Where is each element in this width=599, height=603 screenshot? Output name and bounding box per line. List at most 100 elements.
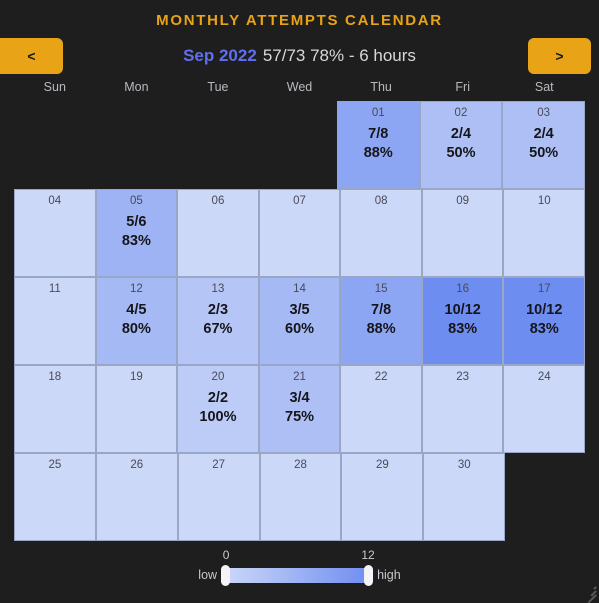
weekday-label-wed: Wed [286, 80, 313, 94]
calendar-day-cell[interactable]: 06 [177, 189, 259, 277]
day-number: 02 [454, 107, 468, 119]
day-number: 17 [537, 283, 551, 295]
day-number: 28 [294, 459, 307, 471]
legend-slider[interactable] [221, 565, 374, 586]
day-number: 08 [374, 195, 388, 207]
day-stats: 4/5 80% [97, 301, 177, 339]
day-stats: 2/2 100% [178, 389, 258, 427]
day-ratio: 10/12 [526, 302, 563, 318]
calendar-day-cell[interactable]: 01 7/8 88% [336, 101, 420, 189]
calendar-day-cell[interactable]: 24 [503, 365, 586, 453]
calendar-heading: Sep 2022 57/73 78% - 6 hours [0, 38, 599, 74]
day-number: 29 [375, 459, 389, 471]
calendar-day-cell[interactable]: 15 7/8 88% [340, 277, 422, 365]
day-number: 21 [293, 371, 306, 383]
calendar-week-row: 04 05 5/6 83% 06 07 08 09 10 [14, 189, 586, 277]
day-ratio: 3/5 [289, 302, 310, 318]
day-stats: 7/8 88% [341, 301, 421, 339]
day-number: 09 [456, 195, 470, 207]
day-number: 11 [48, 283, 61, 295]
current-month-label: Sep 2022 [183, 46, 257, 65]
calendar-day-cell[interactable]: 20 2/2 100% [177, 365, 259, 453]
day-number: 04 [48, 195, 62, 207]
calendar-day-cell[interactable]: 29 [341, 453, 424, 541]
calendar-cell-empty [95, 101, 176, 189]
calendar-day-cell[interactable]: 19 [95, 365, 178, 453]
day-number: 07 [293, 195, 306, 207]
calendar-day-cell[interactable]: 17 10/12 83% [503, 277, 586, 365]
calendar-cell-empty [505, 453, 585, 541]
day-percent: 88% [366, 321, 396, 337]
day-ratio: 7/8 [368, 126, 389, 142]
day-number: 10 [537, 195, 551, 207]
day-percent: 80% [121, 321, 151, 337]
calendar-day-cell[interactable]: 03 2/4 50% [502, 101, 586, 189]
day-ratio: 2/4 [450, 126, 472, 142]
legend-min-tick: 0 [222, 548, 230, 562]
day-percent: 83% [529, 321, 559, 337]
day-number: 25 [48, 459, 62, 471]
legend-gradient-bar [223, 568, 372, 583]
calendar-grid: 01 7/8 88% 02 2/4 50% 03 2/4 50% 04 05 5/6 83% 06 07 08… [14, 101, 586, 541]
legend-max-tick: 12 [361, 548, 375, 562]
calendar-day-cell[interactable]: 10 [503, 189, 586, 277]
day-stats: 7/8 88% [338, 125, 419, 163]
day-number: 20 [211, 371, 225, 383]
weekday-label-tue: Tue [207, 80, 229, 94]
day-number: 12 [129, 283, 143, 295]
calendar-navbar: < Sep 2022 57/73 78% - 6 hours > [0, 38, 599, 74]
month-summary-label: 57/73 78% - 6 hours [262, 46, 416, 65]
next-month-button[interactable]: > [528, 38, 591, 74]
day-ratio: 5/6 [126, 214, 147, 230]
weekday-header: Sun Mon Tue Wed Thu Fri Sat [14, 78, 585, 96]
day-stats: 3/5 60% [260, 301, 340, 339]
calendar-day-cell[interactable]: 08 [340, 189, 422, 277]
day-percent: 100% [199, 409, 237, 425]
day-percent: 75% [285, 409, 315, 425]
calendar-day-cell[interactable]: 30 [423, 453, 506, 541]
calendar-day-cell[interactable]: 27 [177, 453, 260, 541]
day-number: 06 [211, 195, 225, 207]
page-title: MONTHLY ATTEMPTS CALENDAR [156, 12, 443, 29]
legend-max-handle[interactable] [364, 565, 374, 586]
calendar-day-cell[interactable]: 16 10/12 83% [421, 277, 504, 365]
day-percent: 83% [448, 321, 478, 337]
day-stats: 2/4 50% [503, 125, 584, 163]
day-number: 23 [456, 371, 470, 383]
calendar-day-cell[interactable]: 21 3/4 75% [258, 365, 341, 453]
day-number: 01 [371, 107, 385, 119]
calendar-cell-empty [14, 101, 95, 189]
day-stats: 2/3 67% [178, 301, 258, 339]
calendar-day-cell[interactable]: 14 3/5 60% [258, 277, 341, 365]
legend-min-handle[interactable] [221, 565, 231, 586]
day-stats: 10/12 83% [423, 301, 503, 339]
day-percent: 88% [363, 145, 393, 161]
calendar-day-cell[interactable]: 11 [14, 277, 96, 365]
day-number: 05 [129, 195, 143, 207]
calendar-day-cell[interactable]: 12 4/5 80% [95, 277, 178, 365]
calendar-day-cell[interactable]: 23 [421, 365, 504, 453]
calendar-day-cell[interactable]: 22 [340, 365, 422, 453]
resize-grip-icon[interactable] [584, 584, 597, 603]
day-stats: 2/4 50% [421, 125, 502, 163]
calendar-day-cell[interactable]: 26 [95, 453, 178, 541]
calendar-day-cell[interactable]: 18 [14, 365, 96, 453]
calendar-cell-empty [175, 101, 256, 189]
day-percent: 50% [446, 145, 476, 161]
calendar-week-row: 11 12 4/5 80% 13 2/3 67% 14 3/5 60% 15 7/8 88% 16 10/1… [14, 277, 586, 365]
calendar-day-cell[interactable]: 04 [14, 189, 96, 277]
day-number: 22 [374, 371, 388, 383]
day-number: 24 [537, 371, 551, 383]
calendar-day-cell[interactable]: 25 [14, 453, 96, 541]
calendar-day-cell[interactable]: 13 2/3 67% [177, 277, 259, 365]
day-number: 15 [374, 283, 388, 295]
calendar-day-cell[interactable]: 02 2/4 50% [419, 101, 503, 189]
calendar-week-row: 25 26 27 28 29 30 [14, 453, 585, 541]
calendar-day-cell[interactable]: 05 5/6 83% [95, 189, 178, 277]
calendar-cell-empty [256, 101, 337, 189]
calendar-day-cell[interactable]: 09 [421, 189, 504, 277]
calendar-day-cell[interactable]: 07 [258, 189, 341, 277]
day-number: 16 [456, 283, 470, 295]
calendar-day-cell[interactable]: 28 [259, 453, 342, 541]
day-percent: 50% [529, 145, 559, 161]
